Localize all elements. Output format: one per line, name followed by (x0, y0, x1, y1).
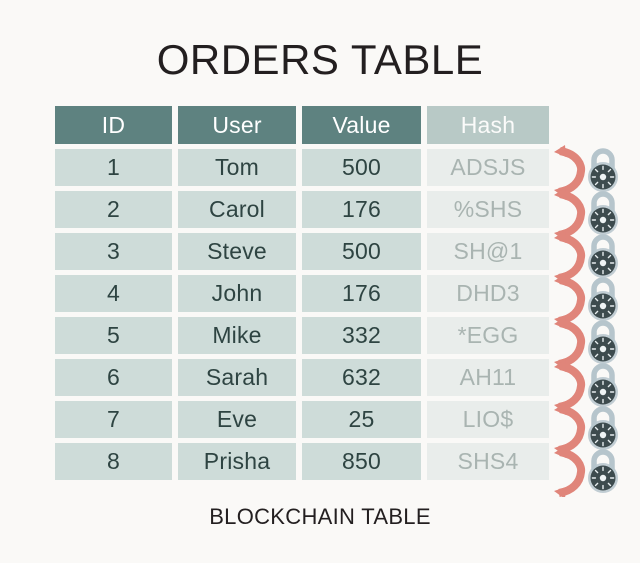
cell-value: 332 (302, 317, 421, 354)
cell-user: John (178, 275, 296, 312)
cell-id: 5 (55, 317, 172, 354)
cell-value: 25 (302, 401, 421, 438)
cell-id: 7 (55, 401, 172, 438)
page-title: ORDERS TABLE (156, 36, 484, 83)
cell-id: 1 (55, 149, 172, 186)
table-row[interactable]: 1 Tom 500 ADSJS (55, 149, 553, 186)
table-row[interactable]: 2 Carol 176 %SHS (55, 191, 553, 228)
cell-hash: ADSJS (427, 149, 549, 186)
cell-hash: SH@1 (427, 233, 549, 270)
cell-id: 6 (55, 359, 172, 396)
table-body: 1 Tom 500 ADSJS 2 Carol 176 %SHS 3 Steve 500 SH@1 4 J… (55, 149, 553, 480)
column-header-value[interactable]: Value (302, 106, 421, 144)
cell-value: 500 (302, 233, 421, 270)
cell-value: 850 (302, 443, 421, 480)
cell-user: Eve (178, 401, 296, 438)
column-header-hash[interactable]: Hash (427, 106, 549, 144)
orders-table: ID User Value Hash 1 Tom 500 ADSJS 2 Carol 176 %SH… (55, 106, 553, 485)
cell-id: 3 (55, 233, 172, 270)
cell-user: Mike (178, 317, 296, 354)
chain-link (552, 445, 640, 499)
table-row[interactable]: 4 John 176 DHD3 (55, 275, 553, 312)
cell-user: Prisha (178, 443, 296, 480)
table-row[interactable]: 6 Sarah 632 AH11 (55, 359, 553, 396)
cell-hash: %SHS (427, 191, 549, 228)
cell-id: 8 (55, 443, 172, 480)
table-row[interactable]: 5 Mike 332 *EGG (55, 317, 553, 354)
cell-user: Tom (178, 149, 296, 186)
table-header-row: ID User Value Hash (55, 106, 553, 144)
cell-hash: DHD3 (427, 275, 549, 312)
cell-value: 632 (302, 359, 421, 396)
cell-hash: *EGG (427, 317, 549, 354)
cell-hash: LIO$ (427, 401, 549, 438)
cell-user: Carol (178, 191, 296, 228)
page-footer-label: BLOCKCHAIN TABLE (209, 504, 431, 529)
column-header-user[interactable]: User (178, 106, 296, 144)
blockchain-links (552, 144, 640, 499)
cell-id: 4 (55, 275, 172, 312)
table-row[interactable]: 8 Prisha 850 SHS4 (55, 443, 553, 480)
cell-user: Steve (178, 233, 296, 270)
cell-id: 2 (55, 191, 172, 228)
cell-value: 176 (302, 191, 421, 228)
combination-padlock-icon (588, 449, 618, 493)
column-header-id[interactable]: ID (55, 106, 172, 144)
chain-lock (580, 447, 626, 495)
cell-value: 176 (302, 275, 421, 312)
table-row[interactable]: 3 Steve 500 SH@1 (55, 233, 553, 270)
table-row[interactable]: 7 Eve 25 LIO$ (55, 401, 553, 438)
blockchain-table-illustration: ORDERS TABLE ID User Value Hash 1 Tom 500 ADSJ… (0, 0, 640, 563)
cell-value: 500 (302, 149, 421, 186)
cell-hash: SHS4 (427, 443, 549, 480)
cell-hash: AH11 (427, 359, 549, 396)
cell-user: Sarah (178, 359, 296, 396)
